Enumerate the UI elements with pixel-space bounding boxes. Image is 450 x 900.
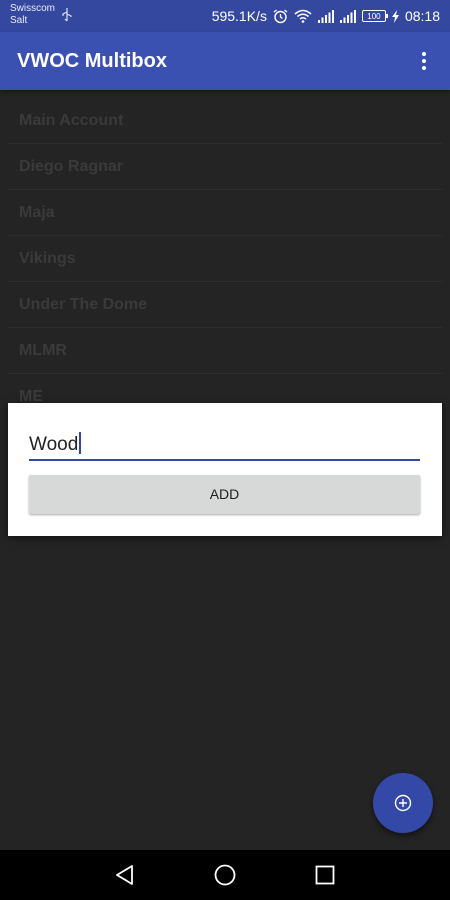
carrier-info: Swisscom Salt	[10, 3, 55, 27]
network-speed: 595.1K/s	[211, 8, 267, 24]
account-item-main-account[interactable]: Main Account	[8, 98, 442, 144]
navigation-bar	[0, 850, 450, 900]
account-item-mlmr[interactable]: MLMR	[8, 328, 442, 374]
account-list: Main Account Diego Ragnar Maja Vikings U…	[0, 98, 450, 420]
usb-icon	[62, 8, 72, 22]
carrier-line-1: Swisscom	[10, 3, 56, 14]
account-item-vikings[interactable]: Vikings	[8, 236, 442, 282]
back-icon[interactable]	[113, 863, 137, 887]
battery-level: 100	[367, 12, 381, 21]
account-item-maja[interactable]: Maja	[8, 190, 442, 236]
battery-icon: 100	[361, 10, 388, 22]
text-cursor	[79, 432, 82, 454]
add-button[interactable]: ADD	[29, 475, 420, 514]
charging-icon	[391, 9, 399, 23]
more-vert-icon[interactable]	[412, 49, 436, 73]
recents-icon[interactable]	[313, 863, 337, 887]
status-indicators: 595.1K/s 100 08:18	[212, 0, 440, 32]
account-name-value: Wood	[29, 434, 79, 455]
add-circle-icon	[394, 794, 412, 812]
account-item-under-the-dome[interactable]: Under The Dome	[8, 282, 442, 328]
add-account-dialog: Wood ADD	[8, 403, 442, 536]
alarm-icon	[273, 8, 288, 23]
app-bar: VWOC Multibox	[0, 32, 450, 90]
app-title: VWOC Multibox	[17, 50, 167, 72]
wifi-icon	[294, 9, 312, 23]
add-account-fab[interactable]	[373, 773, 433, 833]
signal-icon	[317, 9, 334, 23]
home-icon[interactable]	[213, 863, 237, 887]
account-name-input[interactable]: Wood	[29, 429, 420, 461]
carrier-line-2: Salt	[10, 15, 28, 26]
account-item-diego-ragnar[interactable]: Diego Ragnar	[8, 144, 442, 190]
clock: 08:18	[404, 8, 440, 24]
status-bar: Swisscom Salt 595.1K/s 100 08:18	[0, 0, 450, 32]
signal-icon	[339, 9, 356, 23]
